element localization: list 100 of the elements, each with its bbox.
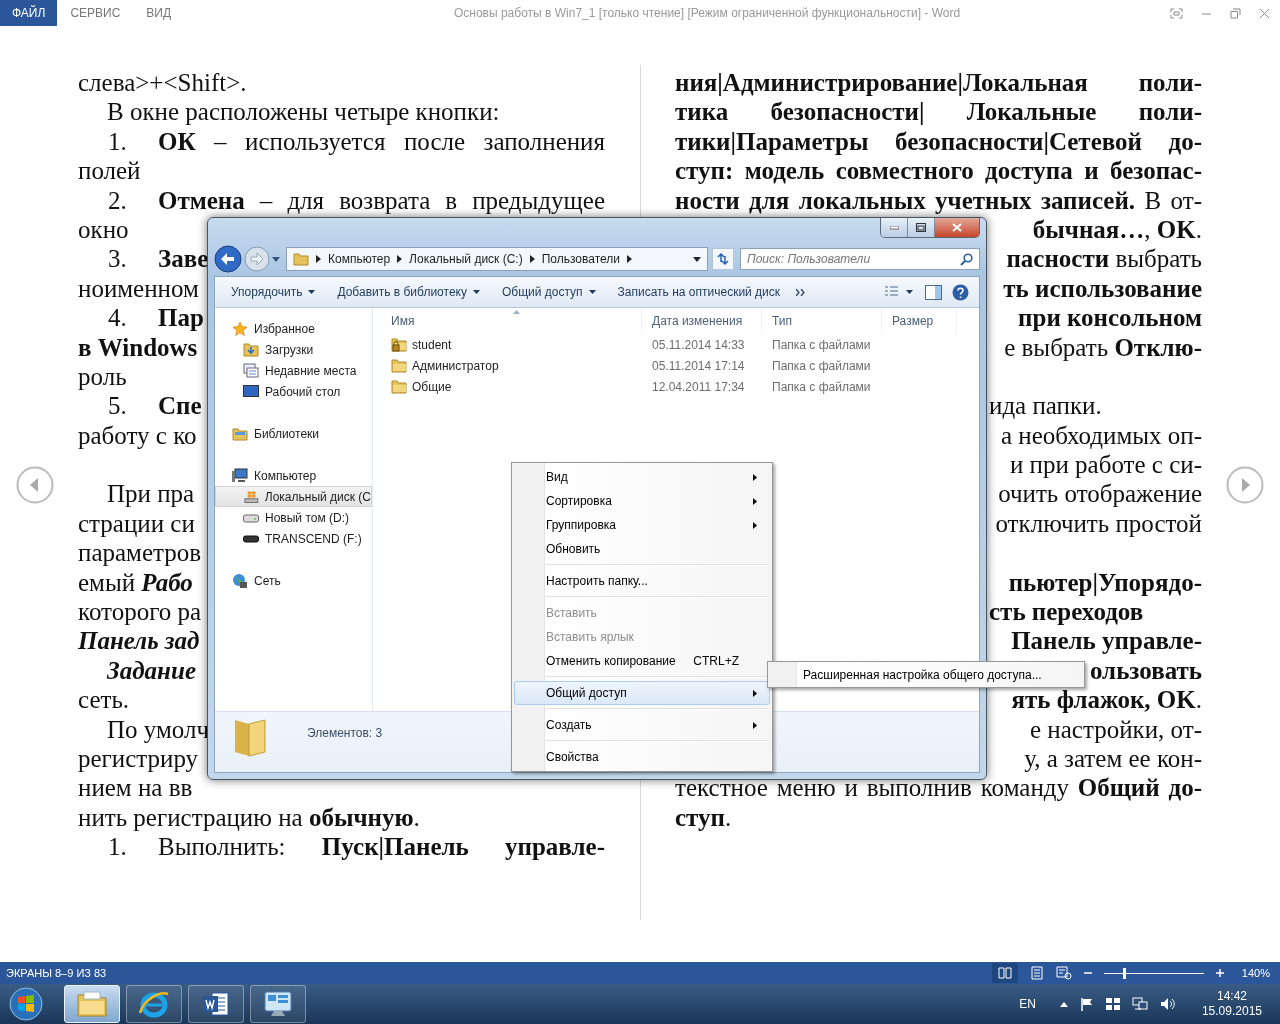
text-line: е выбрать Отклю-: [1004, 332, 1202, 362]
start-button-icon[interactable]: [8, 986, 44, 1022]
menu-item[interactable]: Сортировка: [514, 489, 770, 513]
back-button[interactable]: [214, 245, 242, 273]
folder-item[interactable]: Общие: [373, 379, 642, 394]
menu-item[interactable]: Настроить папку...: [514, 569, 770, 593]
nav-item[interactable]: Загрузки: [215, 339, 372, 360]
nav-item[interactable]: Сеть: [215, 570, 372, 591]
text-line: работу с ко: [78, 420, 197, 451]
text-line: нить регистрацию на обычную.: [78, 802, 420, 833]
nav-item[interactable]: Компьютер: [215, 465, 372, 486]
menu-item[interactable]: Создать: [514, 713, 770, 737]
close-button[interactable]: [934, 218, 979, 237]
slider-thumb[interactable]: [1122, 967, 1126, 979]
close-icon[interactable]: [1259, 7, 1270, 19]
zoom-in-icon[interactable]: [1215, 969, 1224, 977]
breadcrumb[interactable]: Локальный диск (C:): [409, 252, 523, 266]
clock-date[interactable]: 15.09.2015: [1201, 1004, 1262, 1019]
recent-pages-caret-icon[interactable]: [272, 256, 280, 262]
text-line: По умолч: [107, 714, 209, 744]
library-folder-icon: [232, 426, 248, 441]
folder-item[interactable]: Администратор: [373, 358, 642, 373]
text-line: емый Рабо: [78, 567, 193, 598]
caret-icon: [588, 290, 596, 294]
text-line: сеть.: [78, 685, 130, 715]
ribbon-tab[interactable]: СЕРВИС: [57, 0, 134, 26]
search-icon[interactable]: [960, 253, 973, 266]
menu-item[interactable]: Общий доступ: [514, 681, 770, 705]
restore-icon[interactable]: [1230, 7, 1241, 19]
flag-icon[interactable]: [1079, 997, 1094, 1011]
text-line: отключить простой: [995, 508, 1202, 539]
desktop-icon: [243, 385, 259, 398]
view-options-icon[interactable]: [885, 286, 915, 298]
recent-places-icon: [243, 363, 259, 378]
nav-item[interactable]: Рабочий стол: [215, 381, 372, 402]
nav-item[interactable]: TRANSCEND (F:): [215, 528, 372, 549]
column-header[interactable]: Тип: [762, 308, 882, 334]
network-icon[interactable]: [1131, 997, 1148, 1011]
text-line: ступ.: [675, 802, 732, 833]
address-bar[interactable]: Компьютер Локальный диск (C:) Пользователи: [286, 247, 708, 271]
folder-icon: [293, 252, 309, 266]
text-line: окно: [78, 214, 129, 245]
chevron-right-icon[interactable]: [529, 255, 535, 263]
nav-item[interactable]: Недавние места: [215, 360, 372, 381]
text-line: 2. Отмена – для возврата в предыдущее: [107, 185, 605, 215]
menu-item[interactable]: Расширенная настройка общего доступа...: [770, 663, 1082, 686]
search-field[interactable]: Поиск: Пользователи: [740, 248, 980, 270]
menu-item[interactable]: Группировка: [514, 513, 770, 537]
nav-item[interactable]: Новый том (D:): [215, 507, 372, 528]
text-line: которого ра: [78, 597, 202, 627]
text-line: е настройки, от-: [1030, 714, 1202, 744]
chevron-right-icon[interactable]: [627, 255, 632, 263]
breadcrumb[interactable]: Пользователи: [541, 252, 620, 266]
caret-up-icon[interactable]: [1059, 1001, 1068, 1007]
read-mode-icon[interactable]: [991, 963, 1018, 983]
toolbar-button[interactable]: Общий доступ: [495, 282, 602, 302]
help-icon[interactable]: [952, 283, 969, 301]
windows-logo-icon[interactable]: [1105, 997, 1120, 1011]
menu-item[interactable]: Свойства: [514, 745, 770, 769]
dropdown-caret-icon[interactable]: [693, 256, 701, 262]
table-cell-text: Папка с файлами: [771, 337, 872, 352]
nav-item[interactable]: Локальный диск (C: [215, 486, 372, 507]
more-commands-icon[interactable]: [796, 288, 806, 296]
toolbar-button[interactable]: Добавить в библиотеку: [331, 282, 486, 302]
speaker-icon[interactable]: [1159, 997, 1176, 1011]
folder-item[interactable]: student: [373, 337, 642, 352]
zoom-out-icon[interactable]: [1083, 969, 1092, 977]
refresh-icon[interactable]: [712, 248, 734, 270]
toolbar-button[interactable]: Записать на оптический диск: [611, 282, 787, 302]
preview-pane-icon[interactable]: [925, 284, 942, 300]
sort-arrow-icon: [513, 310, 520, 314]
chevron-right-icon[interactable]: [397, 255, 403, 263]
computer-icon: [232, 468, 248, 483]
text-line: ть использование: [1003, 273, 1202, 304]
menu-item[interactable]: Вид: [514, 465, 770, 489]
column-header[interactable]: Дата изменения: [642, 308, 762, 334]
clock-time[interactable]: 14:42: [1216, 989, 1247, 1004]
ribbon-tab[interactable]: ФАЙЛ: [0, 0, 58, 26]
language-indicator[interactable]: EN: [1019, 997, 1036, 1011]
print-layout-icon[interactable]: [1029, 966, 1044, 980]
menu-item[interactable]: Отменить копирование CTRL+Z: [514, 649, 770, 673]
menu-item[interactable]: Обновить: [514, 537, 770, 561]
table-cell-text: 05.11.2014 17:14: [651, 358, 746, 373]
nav-item[interactable]: Избранное: [215, 318, 372, 339]
column-header[interactable]: Размер: [882, 308, 957, 334]
text-line: слева>+<Shift>.: [78, 68, 247, 98]
text-line: сть переходов: [989, 597, 1144, 627]
text-line: параметров: [78, 538, 202, 568]
ribbon-tab[interactable]: ВИД: [133, 0, 185, 26]
toolbar-button[interactable]: Упорядочить: [225, 282, 322, 302]
nav-item[interactable]: Библиотеки: [215, 423, 372, 444]
maximize-button[interactable]: [907, 218, 934, 237]
text-line: текстное меню и выполнив команду Общий до-: [675, 773, 1202, 803]
web-layout-icon[interactable]: [1055, 966, 1072, 980]
chevron-right-icon[interactable]: [316, 255, 321, 263]
zoom-level[interactable]: 140%: [1241, 967, 1270, 979]
document-app-icon: [201, 990, 231, 1018]
folder-icon: [76, 990, 108, 1018]
text-line: роль: [78, 361, 127, 392]
breadcrumb[interactable]: Компьютер: [328, 252, 391, 266]
